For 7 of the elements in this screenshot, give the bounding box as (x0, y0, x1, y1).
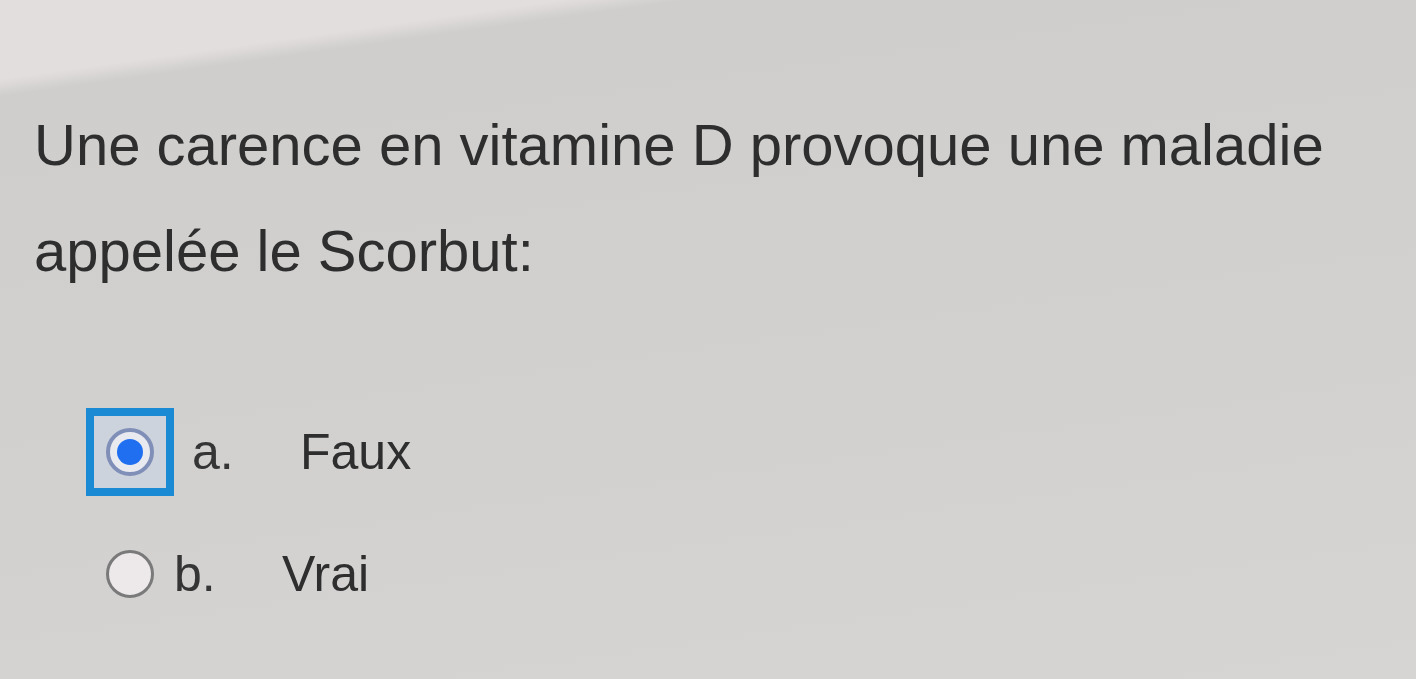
option-label[interactable]: Vrai (282, 545, 370, 603)
option-letter: a. (192, 423, 235, 481)
question-text: Une carence en vitamine D provoque une maladie appelée le Scorbut: (34, 111, 1325, 285)
radio-button[interactable] (106, 550, 154, 598)
radio-button[interactable] (86, 408, 174, 496)
option-label[interactable]: Faux (300, 423, 412, 481)
option-letter: b. (174, 545, 217, 603)
